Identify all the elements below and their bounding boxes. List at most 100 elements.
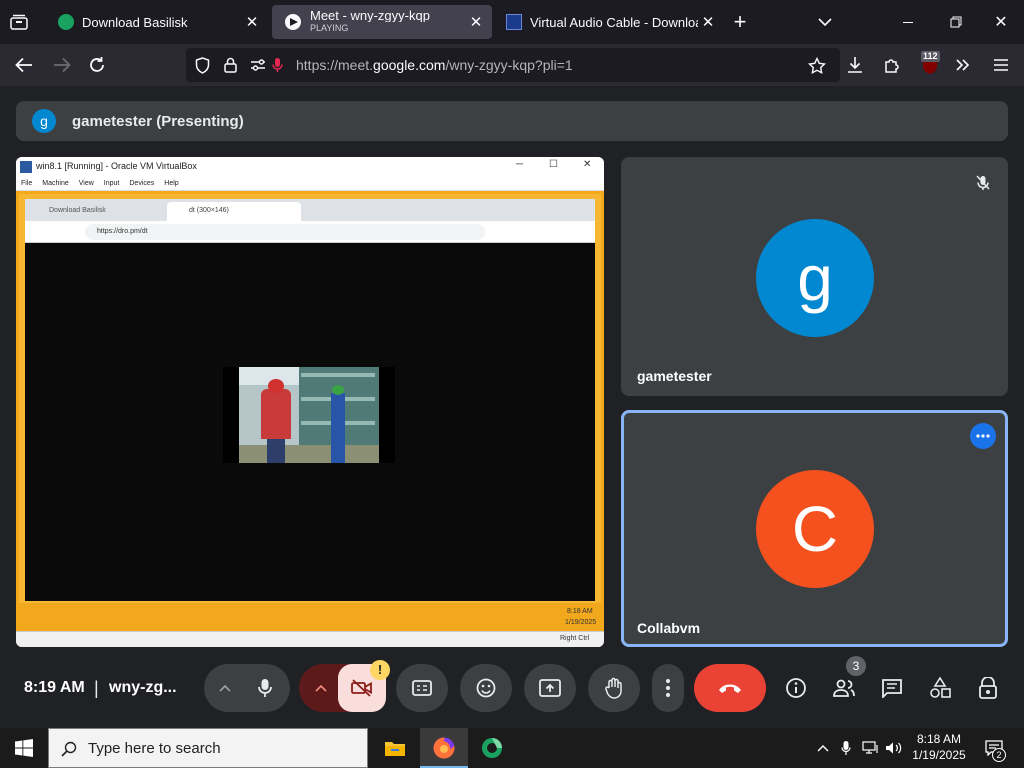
back-arrow-icon[interactable] [12,54,36,76]
participant-name: Collabvm [637,620,701,636]
hang-up-icon [719,684,741,693]
reactions-button[interactable] [460,664,512,712]
vm-menu-input[interactable]: Input [104,180,120,187]
vm-menu-file[interactable]: File [21,180,32,187]
forward-arrow-icon[interactable] [50,54,74,76]
vm-maximize-icon[interactable]: ☐ [549,159,558,170]
more-options-icon[interactable] [970,423,996,449]
microphone-icon[interactable] [242,666,288,710]
restore-icon[interactable] [944,12,968,32]
meeting-code[interactable]: wny-zg... [109,679,177,697]
vm-window-title: win8.1 [Running] - Oracle VM VirtualBox [36,161,197,171]
meeting-time: 8:19 AM [24,679,85,696]
closed-captions-icon [412,680,432,696]
inner-taskbar [19,603,601,631]
inner-tab-basilisk[interactable]: Download Basilisk [49,207,106,214]
overflow-chevrons-icon[interactable] [952,54,974,76]
audio-options-chevron-icon[interactable] [214,678,236,698]
participant-name: gametester [637,368,712,384]
inner-url: https://dro.pm/dt [97,228,148,235]
basilisk-favicon-icon [58,14,74,30]
host-controls-icon[interactable] [976,676,1000,700]
present-screen-icon [539,679,561,697]
show-hidden-icons-chevron-icon[interactable] [814,740,832,756]
hamburger-menu-icon[interactable] [990,54,1012,76]
shared-screen[interactable]: win8.1 [Running] - Oracle VM VirtualBox … [16,157,604,647]
minimize-icon[interactable] [896,12,920,32]
volume-icon[interactable] [884,738,904,758]
inner-tab-active[interactable] [167,202,301,221]
more-options-button[interactable] [652,664,684,712]
file-explorer-icon[interactable] [380,734,410,762]
vm-statusbar: Right Ctrl [16,631,604,647]
taskbar-search-placeholder: Type here to search [88,740,221,757]
inner-image-frame [223,367,395,463]
vac-favicon-icon [506,14,522,30]
vm-menu-devices[interactable]: Devices [129,180,154,187]
reload-icon[interactable] [86,54,108,76]
person-green-figure [331,393,345,463]
close-window-icon[interactable]: ✕ [990,12,1012,32]
people-count-badge: 3 [846,656,866,676]
address-bar[interactable]: https://meet.google.com/wny-zgyy-kqp?pli… [186,48,840,82]
participant-tile-gametester[interactable]: g gametester [621,157,1008,396]
chevron-down-icon[interactable] [814,12,836,32]
permissions-icon[interactable] [248,55,268,75]
lock-icon[interactable] [220,55,240,75]
vm-display[interactable]: Download Basilisk dt (300×146) https://d… [16,191,604,631]
notification-count-badge: 2 [992,748,1006,762]
chat-icon[interactable] [880,676,904,700]
person-red-figure [261,389,291,439]
taskbar-firefox-active[interactable] [420,728,468,768]
bookmark-star-icon[interactable] [806,55,828,75]
url-prefix: https://meet. [296,57,374,73]
vm-menubar: File Machine View Input Devices Help [16,177,604,191]
tab-meet[interactable]: Meet - wny-zgyy-kqp PLAYING ✕ [272,5,492,39]
search-icon [59,739,79,759]
captions-button[interactable] [396,664,448,712]
video-frame-image [239,367,379,463]
downloads-icon[interactable] [844,54,866,76]
extensions-icon[interactable] [882,54,904,76]
tab-overview-icon[interactable] [8,12,30,32]
taskbar-clock-time: 8:18 AM [916,732,962,746]
activities-icon[interactable] [928,676,952,700]
leave-call-button[interactable] [694,664,766,712]
emoji-icon [476,678,496,698]
basilisk-taskbar-icon[interactable] [478,735,506,761]
close-tab-icon[interactable]: ✕ [698,12,718,32]
tab-title: Download Basilisk [82,14,188,30]
participant-tile-collabvm[interactable]: C Collabvm [621,410,1008,647]
meeting-details-icon[interactable] [784,676,808,700]
network-icon[interactable] [860,738,882,758]
close-tab-icon[interactable]: ✕ [242,12,262,32]
tab-title: Virtual Audio Cable - Download [530,14,698,30]
windows-start-icon[interactable] [10,738,38,758]
microphone-active-icon[interactable] [268,55,286,75]
present-screen-button[interactable] [524,664,576,712]
taskbar-search-box[interactable]: Type here to search [48,728,368,768]
tab-virtual-audio-cable[interactable]: Virtual Audio Cable - Download ✕ [496,5,718,39]
raise-hand-button[interactable] [588,664,640,712]
meet-favicon-icon [284,13,302,31]
participant-avatar: C [756,470,874,588]
video-options-chevron-icon[interactable] [310,678,332,698]
new-tab-icon[interactable]: + [728,9,752,34]
vm-minimize-icon[interactable]: ─ [516,159,523,170]
vertical-dots-icon [666,679,670,697]
people-icon[interactable] [832,676,856,700]
tracking-shield-icon[interactable] [192,55,212,75]
taskbar-clock[interactable]: 8:18 AM 1/19/2025 [908,731,970,765]
raise-hand-icon [605,677,622,699]
participant-avatar: g [756,219,874,337]
vm-close-icon[interactable]: ✕ [583,159,591,170]
virtualbox-icon [20,161,32,173]
close-tab-icon[interactable]: ✕ [466,12,486,32]
tray-microphone-icon[interactable] [838,738,854,758]
inner-tab-dt: dt (300×146) [189,207,229,214]
vm-menu-machine[interactable]: Machine [42,180,68,187]
url-text[interactable]: https://meet.google.com/wny-zgyy-kqp?pli… [296,57,573,73]
vm-menu-view[interactable]: View [79,180,94,187]
vm-menu-help[interactable]: Help [164,180,178,187]
tab-download-basilisk[interactable]: Download Basilisk ✕ [46,5,268,39]
